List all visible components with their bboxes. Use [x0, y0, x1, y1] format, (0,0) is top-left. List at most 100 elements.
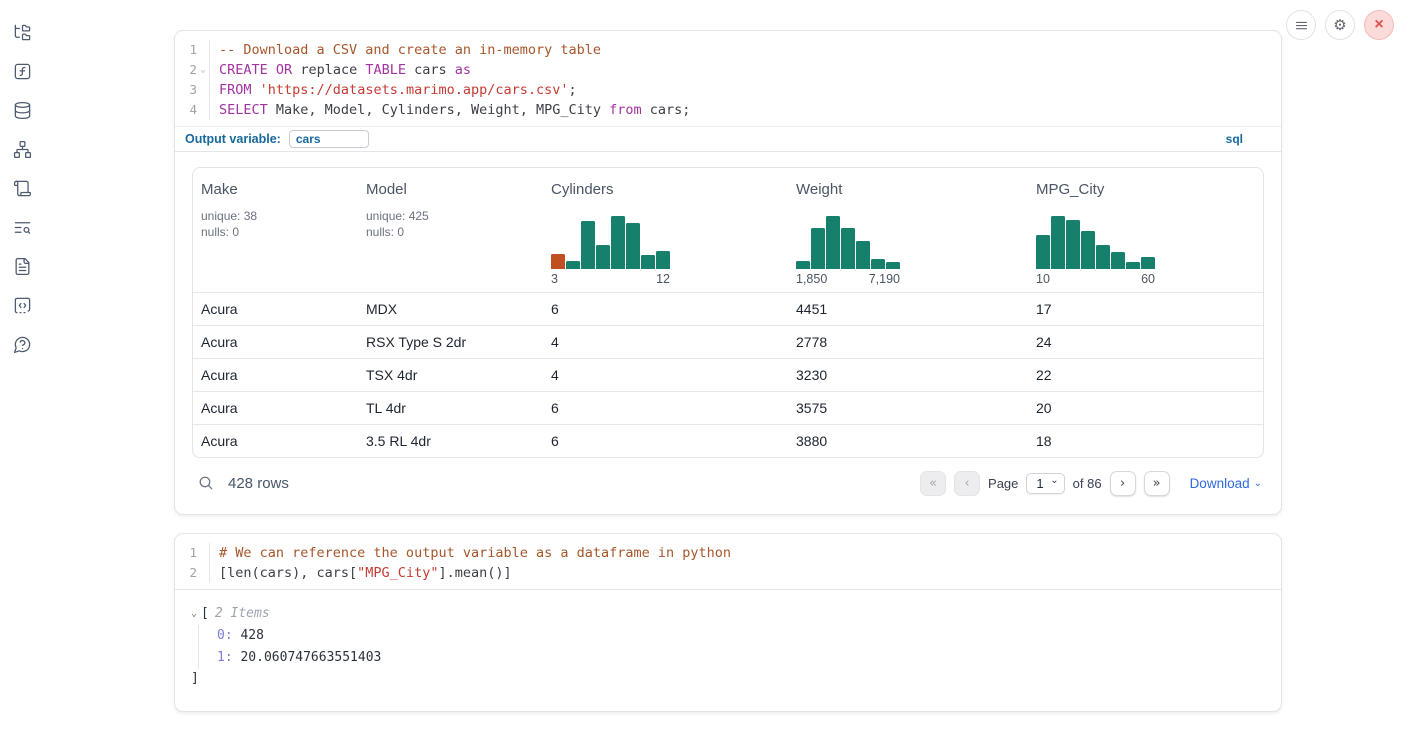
- code-snippet-icon: [13, 296, 32, 315]
- gear-icon: ⚙: [1333, 16, 1346, 34]
- scroll-icon: [13, 179, 32, 198]
- table-row[interactable]: Acura 3.5 RL 4dr 6 3880 18: [193, 424, 1263, 457]
- column-header-make[interactable]: Make unique: 38 nulls: 0: [193, 178, 358, 292]
- page-select[interactable]: 1 ⌄: [1026, 473, 1064, 494]
- page-select-value: 1: [1036, 476, 1043, 491]
- range-min: 10: [1036, 272, 1050, 286]
- prev-page-button[interactable]: ‹: [954, 471, 980, 496]
- table-row[interactable]: Acura TL 4dr 6 3575 20: [193, 391, 1263, 424]
- sidebar-datasources-button[interactable]: [11, 99, 33, 121]
- code-line: 2⌄CREATE OR replace TABLE cars as: [175, 60, 1281, 80]
- python-output-tree: ⌄ [ 2 Items 0: 428 1: 20.060747663551403…: [175, 590, 1281, 699]
- table-row[interactable]: Acura RSX Type S 2dr 4 2778 24: [193, 325, 1263, 358]
- line-number: 1: [175, 40, 197, 60]
- weight-histogram[interactable]: [796, 213, 900, 269]
- output-variable-input[interactable]: [289, 130, 369, 148]
- mpg-city-histogram[interactable]: [1036, 213, 1155, 269]
- window-controls: ⚙ ×: [1286, 10, 1394, 40]
- sidebar: [0, 0, 44, 729]
- sidebar-scratchpad-button[interactable]: [11, 177, 33, 199]
- close-button[interactable]: ×: [1364, 10, 1394, 40]
- range-min: 3: [551, 272, 558, 286]
- next-page-button[interactable]: ›: [1110, 471, 1136, 496]
- column-stat: nulls: 0: [201, 224, 358, 240]
- document-icon: [13, 257, 32, 276]
- search-icon: [198, 475, 215, 492]
- code-text: -- Download a CSV and create an in-memor…: [209, 40, 1281, 60]
- fold-chevron-icon[interactable]: ⌄: [197, 60, 209, 80]
- column-stat: unique: 38: [201, 208, 358, 224]
- table-row[interactable]: Acura TSX 4dr 4 3230 22: [193, 358, 1263, 391]
- language-badge: sql: [1226, 132, 1243, 146]
- column-header-mpg-city[interactable]: MPG_City 10 60: [1028, 178, 1263, 292]
- tree-entry-value: 428: [240, 628, 263, 643]
- first-page-icon: «: [929, 476, 937, 491]
- column-header-cylinders[interactable]: Cylinders 3 12: [543, 178, 788, 292]
- first-page-button[interactable]: «: [920, 471, 946, 496]
- menu-button[interactable]: [1286, 10, 1316, 40]
- code-line: 3 FROM 'https://datasets.marimo.app/cars.…: [175, 80, 1281, 100]
- help-icon: [13, 335, 32, 354]
- line-number: 2: [175, 60, 197, 80]
- output-variable-label: Output variable:: [185, 132, 281, 146]
- sidebar-help-button[interactable]: [11, 333, 33, 355]
- function-icon: [13, 62, 32, 81]
- sql-output-area: Make unique: 38 nulls: 0 Model unique: 4…: [175, 152, 1281, 509]
- search-list-icon: [13, 218, 32, 237]
- python-cell: 1 # We can reference the output variable …: [174, 533, 1282, 712]
- output-variable-bar: Output variable: sql: [175, 126, 1281, 152]
- last-page-button[interactable]: »: [1144, 471, 1170, 496]
- sidebar-dependencies-button[interactable]: [11, 138, 33, 160]
- sidebar-logs-button[interactable]: [11, 216, 33, 238]
- page-of-label: of 86: [1073, 476, 1102, 491]
- menu-icon: [1294, 18, 1309, 33]
- close-icon: ×: [1374, 16, 1383, 34]
- python-editor[interactable]: 1 # We can reference the output variable …: [175, 534, 1281, 589]
- search-button[interactable]: [198, 475, 215, 492]
- prev-page-icon: ‹: [964, 476, 969, 491]
- table-footer: 428 rows « ‹ Page 1 ⌄ of 86 › » Download…: [192, 465, 1264, 501]
- code-text: CREATE OR replace TABLE cars as: [209, 60, 1281, 80]
- cylinders-histogram[interactable]: [551, 213, 670, 269]
- row-count: 428 rows: [228, 475, 289, 492]
- sidebar-documentation-button[interactable]: [11, 255, 33, 277]
- table-header-row: Make unique: 38 nulls: 0 Model unique: 4…: [193, 168, 1263, 292]
- column-stat: unique: 425: [366, 208, 543, 224]
- pagination: « ‹ Page 1 ⌄ of 86 › »: [920, 471, 1170, 496]
- sidebar-file-explorer-button[interactable]: [11, 21, 33, 43]
- sql-cell: 1 -- Download a CSV and create an in-memo…: [174, 30, 1282, 515]
- code-text: # We can reference the output variable a…: [209, 543, 1281, 563]
- page-label: Page: [988, 476, 1018, 491]
- range-max: 60: [1141, 272, 1155, 286]
- data-table: Make unique: 38 nulls: 0 Model unique: 4…: [192, 167, 1264, 458]
- tree-entry-index: 0:: [217, 628, 233, 643]
- tree-close-bracket: ]: [191, 669, 1265, 689]
- code-text: [len(cars), cars["MPG_City"].mean()]: [209, 563, 1281, 583]
- tree-entry-index: 1:: [217, 650, 233, 665]
- tree-entry-value: 20.060747663551403: [240, 650, 381, 665]
- download-chevron-icon: ⌄: [1254, 478, 1262, 489]
- line-number: 1: [175, 543, 197, 563]
- tree-open-bracket: [: [201, 603, 209, 625]
- tree-entry: 1: 20.060747663551403: [217, 647, 1265, 669]
- settings-button[interactable]: ⚙: [1325, 10, 1355, 40]
- sidebar-snippets-button[interactable]: [11, 294, 33, 316]
- file-tree-icon: [13, 23, 32, 42]
- column-header-weight[interactable]: Weight 1,850 7,190: [788, 178, 1028, 292]
- range-max: 12: [656, 272, 670, 286]
- code-line: 1 # We can reference the output variable …: [175, 543, 1281, 563]
- tree-entry: 0: 428: [217, 625, 1265, 647]
- database-icon: [13, 101, 32, 120]
- tree-collapse-chevron-icon[interactable]: ⌄: [191, 603, 197, 625]
- sidebar-functions-button[interactable]: [11, 60, 33, 82]
- table-row[interactable]: Acura MDX 6 4451 17: [193, 292, 1263, 325]
- range-max: 7,190: [869, 272, 900, 286]
- next-page-icon: ›: [1120, 476, 1125, 491]
- sql-editor[interactable]: 1 -- Download a CSV and create an in-memo…: [175, 31, 1281, 126]
- line-number: 2: [175, 563, 197, 583]
- dependency-graph-icon: [13, 140, 32, 159]
- column-header-model[interactable]: Model unique: 425 nulls: 0: [358, 178, 543, 292]
- download-button[interactable]: Download ⌄: [1190, 476, 1262, 491]
- code-text: FROM 'https://datasets.marimo.app/cars.c…: [209, 80, 1281, 100]
- line-number: 3: [175, 80, 197, 100]
